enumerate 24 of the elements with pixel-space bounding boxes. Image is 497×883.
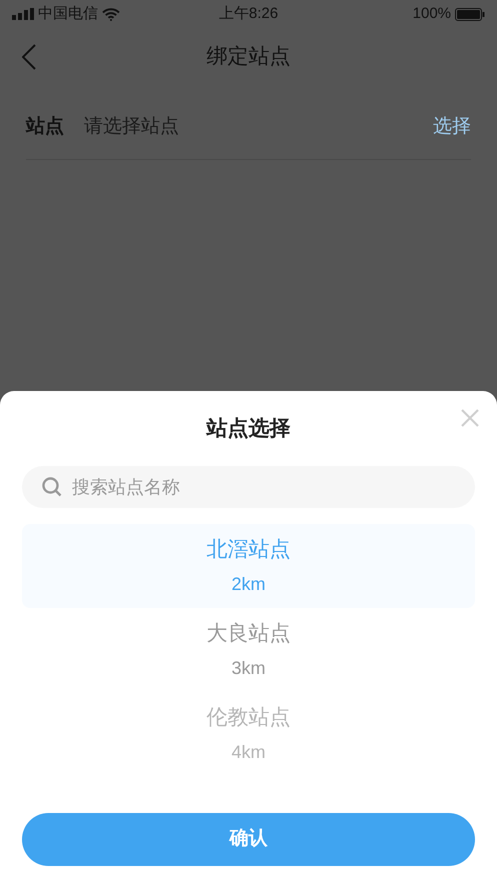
confirm-button[interactable]: 确认 bbox=[22, 813, 475, 866]
status-time: 上午8:26 bbox=[218, 4, 280, 24]
back-icon bbox=[22, 44, 36, 70]
battery-icon bbox=[455, 8, 486, 20]
close-icon bbox=[461, 409, 479, 427]
station-option[interactable]: 北滘站点 2km bbox=[22, 524, 475, 608]
station-name: 北滘站点 bbox=[206, 536, 290, 563]
wifi-icon bbox=[102, 8, 120, 20]
field-label: 站点 bbox=[26, 114, 64, 140]
search-icon bbox=[42, 477, 62, 497]
close-button[interactable] bbox=[459, 407, 481, 429]
page-title: 绑定站点 bbox=[206, 44, 290, 70]
signal-icon bbox=[12, 8, 34, 20]
station-name: 伦教站点 bbox=[206, 704, 290, 731]
station-field[interactable]: 请选择站点 bbox=[84, 113, 433, 142]
battery-percent: 100% bbox=[412, 4, 452, 24]
station-distance: 3km bbox=[231, 657, 266, 680]
carrier-name: 中国电信 bbox=[38, 4, 98, 24]
station-distance: 2km bbox=[231, 573, 266, 596]
search-field[interactable]: 搜索站点名称 bbox=[22, 466, 475, 508]
sheet-title: 站点选择 bbox=[206, 416, 290, 442]
select-link[interactable]: 选择 bbox=[433, 113, 471, 142]
station-distance: 4km bbox=[231, 741, 266, 764]
station-name: 大良站点 bbox=[206, 620, 290, 647]
